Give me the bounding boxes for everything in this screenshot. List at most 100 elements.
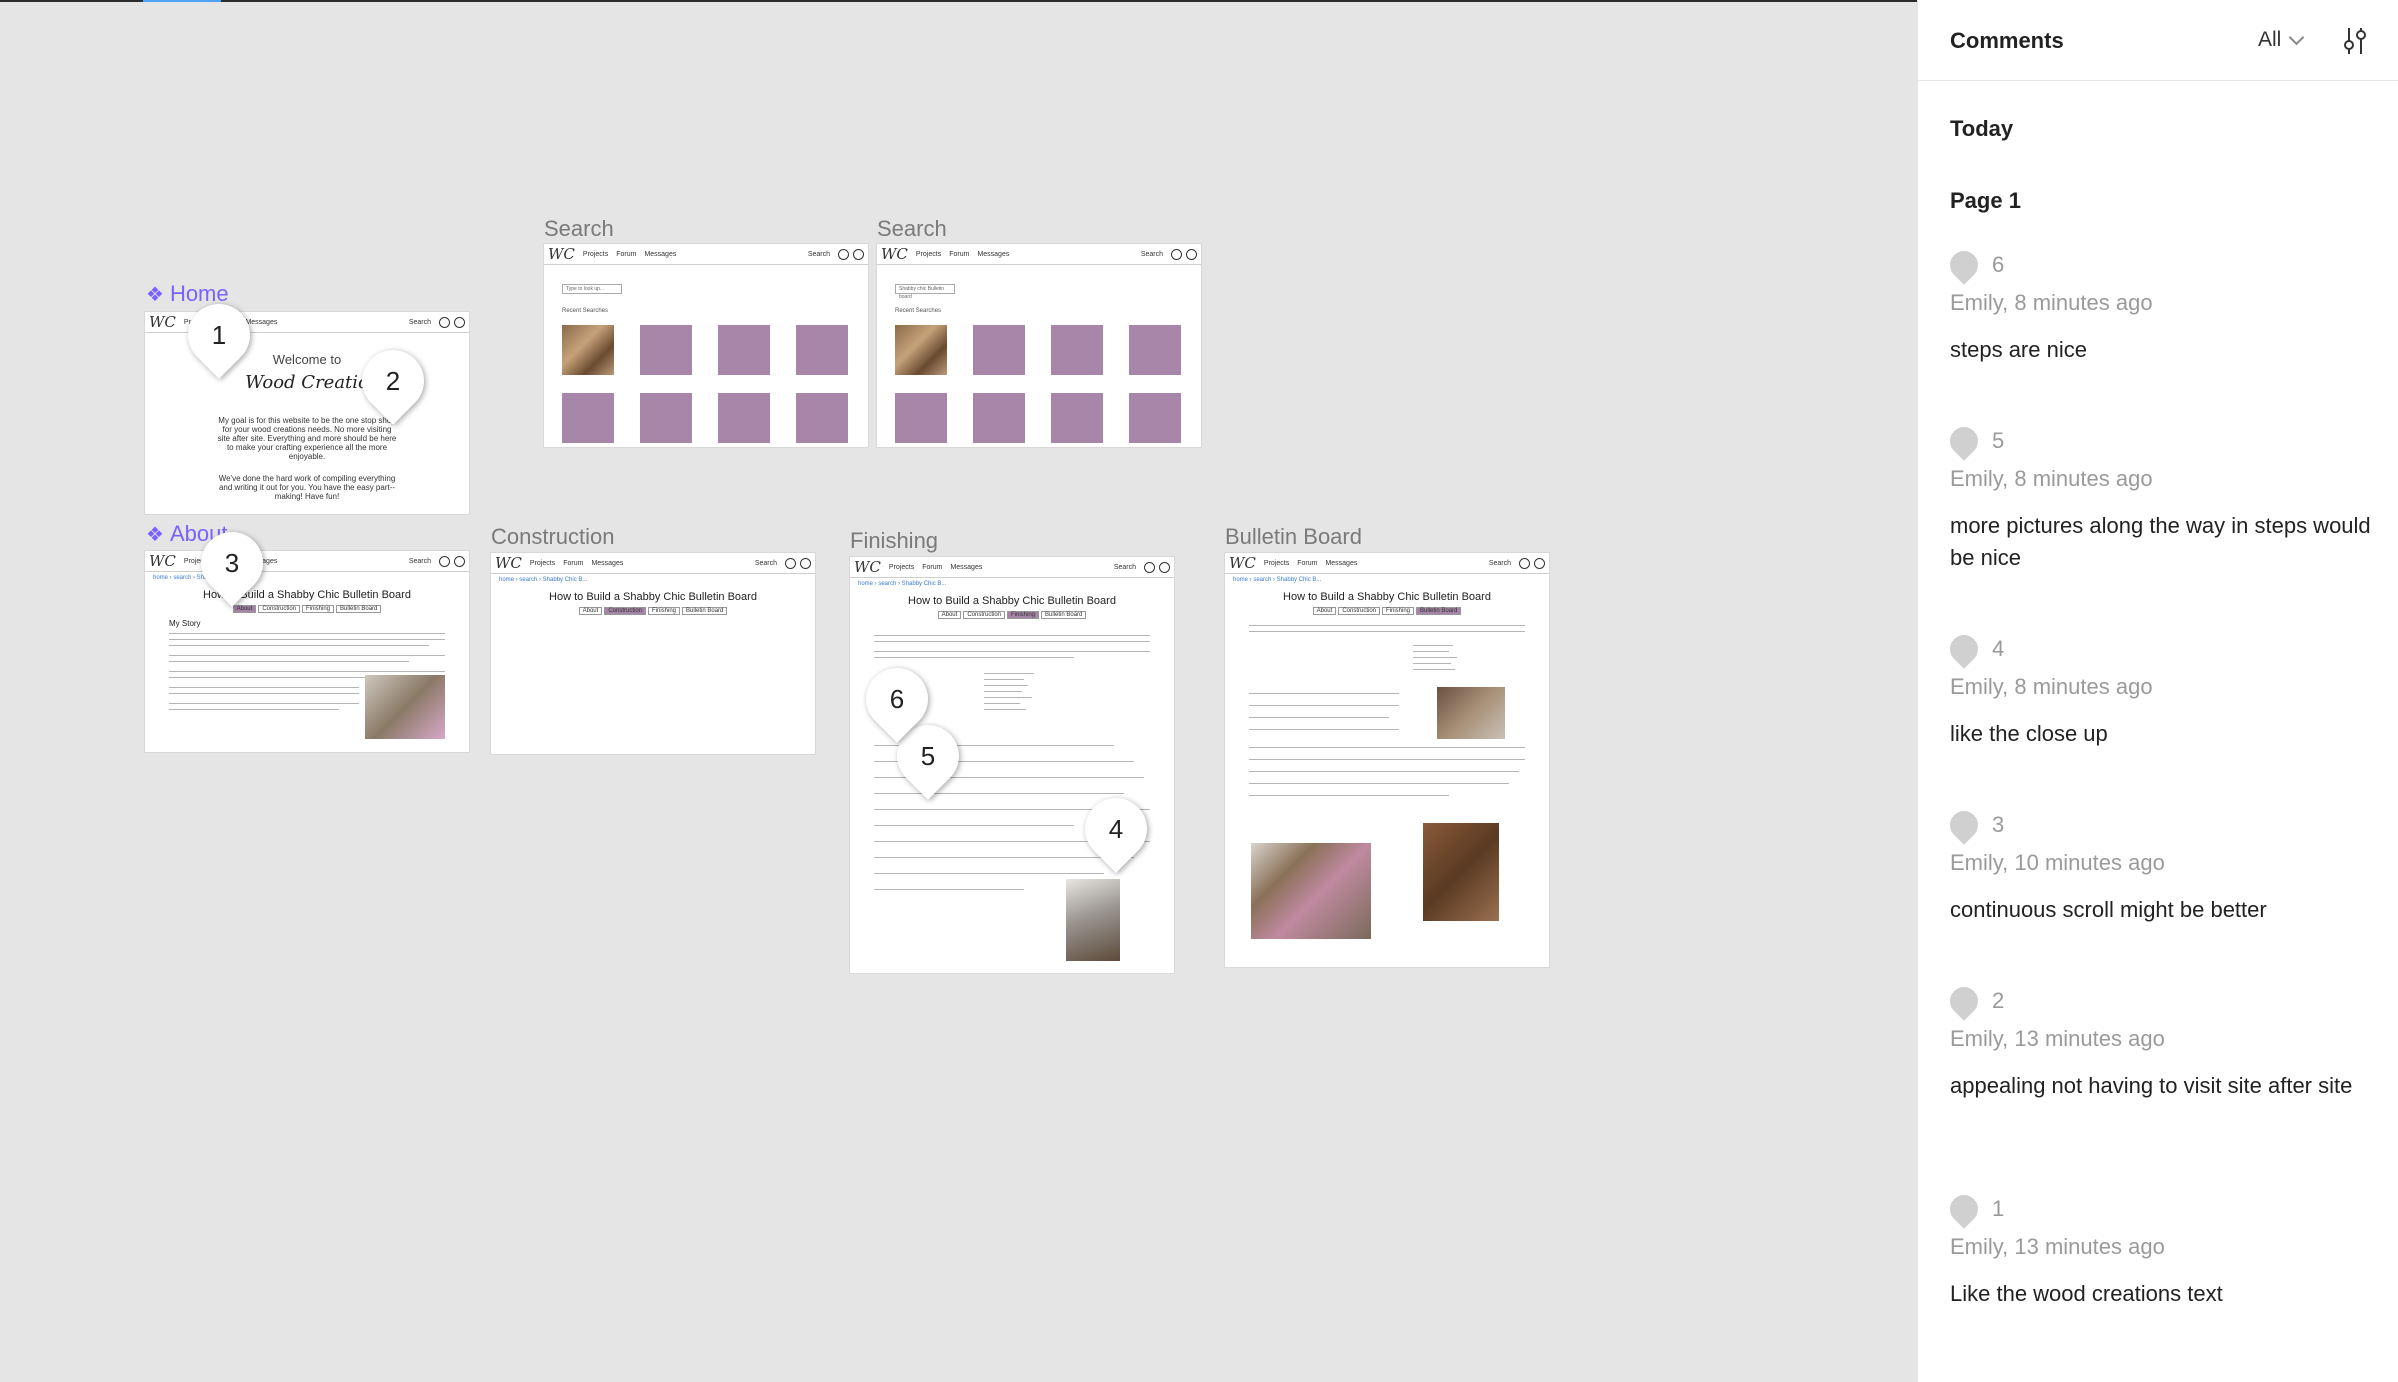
comment-text: appealing not having to visit site after… — [1950, 1073, 2353, 1098]
comment-pin-icon — [1944, 245, 1984, 285]
project-tabs: About Construction Finishing Bulletin Board — [850, 611, 1174, 619]
comment-text: Like the wood creations text — [1950, 1281, 2223, 1306]
comment-item[interactable]: 5 Emily, 8 minutes ago more pictures alo… — [1944, 421, 2380, 574]
design-canvas[interactable]: ❖Home WC Projects Forum Messages Search … — [0, 0, 1917, 1382]
frame-about[interactable]: WC Projects Forum Messages Search home ›… — [145, 551, 469, 752]
tab-construction: Construction — [1338, 607, 1380, 615]
story-heading: My Story — [169, 619, 201, 628]
frame-bulletin-board[interactable]: WC Projects Forum Messages Search home ›… — [1225, 553, 1549, 967]
tab-bulletin-board: Bulletin Board — [336, 605, 382, 613]
gear-icon — [439, 555, 450, 567]
sliders-icon[interactable] — [2338, 24, 2372, 58]
nav-forum: Forum — [616, 250, 637, 258]
frame-nav: WC Projects Forum Messages Search — [1225, 553, 1549, 574]
text-line — [1249, 747, 1525, 748]
recent-searches-label: Recent Searches — [562, 308, 609, 314]
placeholder-tile — [1051, 325, 1103, 375]
frame-nav: WC Projects Forum Messages Search — [877, 244, 1201, 265]
comment-pin-1[interactable]: 1 — [175, 291, 263, 379]
tab-about: About — [578, 607, 603, 615]
text-line — [169, 671, 445, 672]
comment-filter-dropdown[interactable]: All — [2258, 28, 2305, 52]
placeholder-tile — [973, 393, 1025, 443]
comment-pin-icon — [1944, 981, 1984, 1021]
tab-bulletin-board: Bulletin Board — [682, 607, 728, 615]
text-line — [874, 657, 1074, 658]
comment-number: 3 — [1992, 812, 2005, 837]
text-line — [984, 703, 1020, 704]
frame-search-1[interactable]: WC Projects Forum Messages Search Type t… — [544, 244, 868, 447]
comment-item[interactable]: 4 Emily, 8 minutes ago like the close up — [1944, 629, 2380, 750]
text-line — [169, 693, 359, 694]
profile-icon — [1186, 248, 1197, 260]
text-line — [1413, 651, 1449, 652]
project-tabs: About Construction Finishing Bulletin Board — [145, 605, 469, 613]
nav-search: Search — [408, 557, 431, 565]
profile-icon — [454, 316, 465, 328]
logo: WC — [149, 313, 176, 331]
frame-label-search[interactable]: Search — [877, 216, 947, 242]
text-line — [169, 633, 445, 634]
text-line — [984, 685, 1028, 686]
text-line — [874, 825, 1074, 826]
comment-number: 4 — [1992, 636, 2005, 661]
profile-icon — [454, 555, 465, 567]
comment-pin-icon — [1944, 629, 1984, 669]
comment-number: 2 — [1992, 988, 2005, 1013]
text-line — [1249, 729, 1399, 730]
frame-label-construction[interactable]: Construction — [491, 524, 615, 550]
comment-text: like the close up — [1950, 721, 2108, 746]
comment-pin-icon — [1944, 1189, 1984, 1229]
nav-messages: Messages — [245, 318, 278, 326]
tab-about: About — [232, 605, 257, 613]
frame-label-finishing[interactable]: Finishing — [850, 528, 938, 554]
text-line — [1249, 783, 1509, 784]
comment-pin-3[interactable]: 3 — [188, 519, 276, 607]
breadcrumb: home › search › Shabby Chic B... — [499, 577, 588, 583]
comment-item[interactable]: 6 Emily, 8 minutes ago steps are nice — [1944, 245, 2380, 366]
nav-forum: Forum — [949, 250, 970, 258]
comment-item[interactable]: 3 Emily, 10 minutes ago continuous scrol… — [1944, 805, 2380, 926]
text-line — [874, 873, 1104, 874]
tab-construction: Construction — [963, 611, 1005, 619]
text-line — [1249, 693, 1399, 694]
comment-pin-2[interactable]: 2 — [349, 337, 437, 425]
placeholder-tile — [796, 393, 848, 443]
frame-construction[interactable]: WC Projects Forum Messages Search home ›… — [491, 553, 815, 754]
comments-sidebar: Comments All Today Page 1 6 Emily, 8 min… — [1917, 0, 2398, 1382]
nav-messages: Messages — [977, 250, 1010, 258]
recent-searches-label: Recent Searches — [895, 308, 942, 314]
project-tabs: About Construction Finishing Bulletin Board — [1225, 607, 1549, 615]
text-line — [984, 679, 1024, 680]
tab-finishing: Finishing — [302, 605, 335, 613]
frame-label-bulletin-board[interactable]: Bulletin Board — [1225, 524, 1362, 550]
frame-search-2[interactable]: WC Projects Forum Messages Search Shabby… — [877, 244, 1201, 447]
component-icon: ❖ — [146, 284, 164, 306]
profile-icon — [1534, 557, 1545, 569]
gear-icon — [785, 557, 796, 569]
comment-item[interactable]: 2 Emily, 13 minutes ago appealing not ha… — [1944, 981, 2380, 1102]
comment-item[interactable]: 1 Emily, 13 minutes ago Like the wood cr… — [1944, 1189, 2380, 1310]
gear-icon — [838, 248, 849, 260]
text-line — [874, 641, 1150, 642]
text-line — [1249, 795, 1449, 796]
text-line — [169, 639, 445, 640]
comment-number: 1 — [1992, 1196, 2005, 1221]
comment-pin-4[interactable]: 4 — [1072, 785, 1160, 873]
comment-text: more pictures along the way in steps wou… — [1950, 513, 2371, 570]
text-line — [984, 697, 1032, 698]
comment-number: 6 — [1992, 252, 2005, 277]
comment-pin-icon — [1944, 421, 1984, 461]
comment-pin-6[interactable]: 6 — [853, 655, 941, 743]
day-heading: Today — [1950, 116, 2014, 141]
nav-projects: Projects — [915, 250, 942, 258]
text-line — [1413, 645, 1453, 646]
outro-paragraph: We've done the hard work of compiling ev… — [218, 474, 396, 501]
nav-search: Search — [1140, 250, 1163, 258]
text-line — [169, 703, 359, 704]
pin-number: 5 — [920, 740, 936, 771]
project-title: How to Build a Shabby Chic Bulletin Boar… — [1283, 591, 1491, 603]
text-line — [1249, 771, 1519, 772]
frame-label-search[interactable]: Search — [544, 216, 614, 242]
logo: WC — [495, 554, 522, 572]
